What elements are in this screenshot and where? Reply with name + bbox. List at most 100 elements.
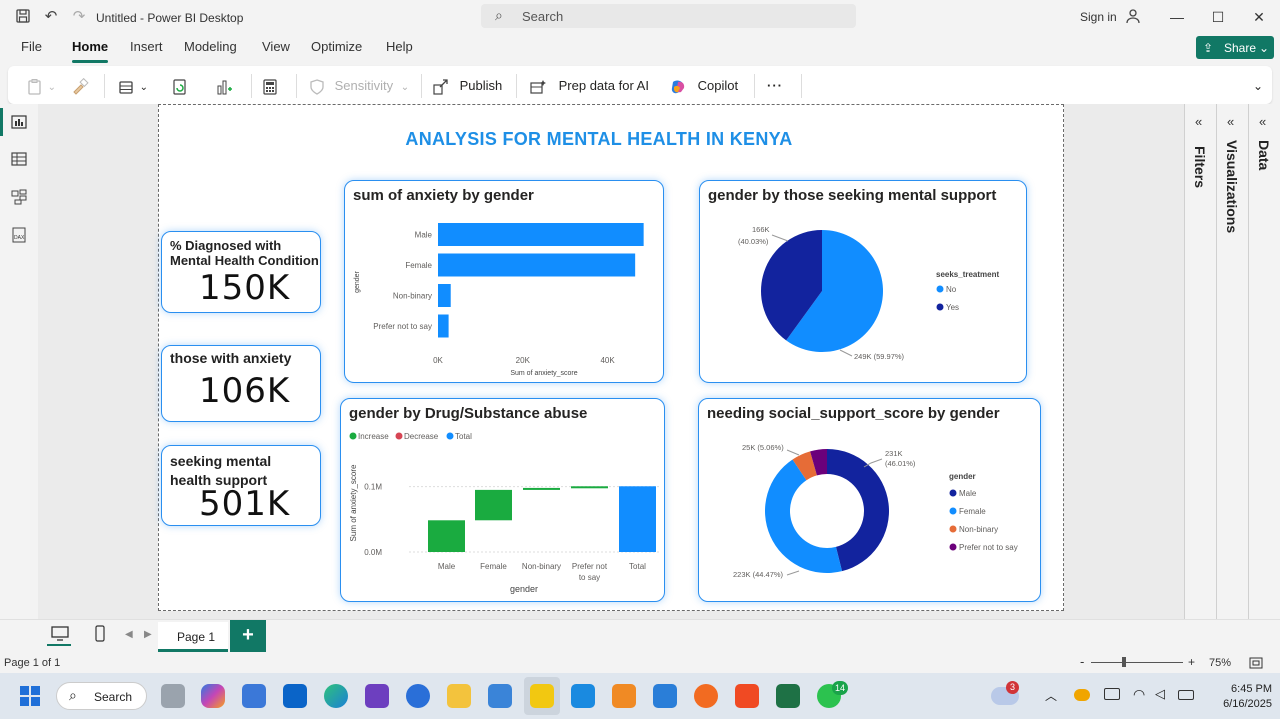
publish-button[interactable]: Publish (432, 76, 502, 96)
expand-visualizations-icon[interactable]: « (1227, 114, 1234, 129)
kpi-card-seeking-support[interactable]: seeking mental health support 501K (161, 445, 321, 526)
windows-start-icon[interactable] (19, 685, 41, 707)
microsoft-store-icon[interactable] (242, 684, 266, 708)
shield-icon (310, 78, 324, 95)
signin-link[interactable]: Sign in (1080, 10, 1117, 24)
get-data-button[interactable]: ⌄ (118, 76, 148, 96)
snipping-tool-icon[interactable] (488, 684, 512, 708)
kpi-value: 150K (199, 268, 291, 308)
share-button[interactable]: ⇪ Share ⌄ (1196, 36, 1274, 59)
social-support-visual[interactable]: needing social_support_score by gender 2… (698, 398, 1041, 602)
sensitivity-button[interactable]: Sensitivity ⌄ (308, 76, 409, 96)
edge-icon[interactable] (324, 684, 348, 708)
legend-label: Decrease (404, 432, 439, 441)
new-visual-button[interactable] (215, 76, 233, 96)
outlook-icon[interactable] (283, 684, 307, 708)
task-view-icon[interactable] (161, 684, 185, 708)
data-pane[interactable]: « Data (1248, 104, 1280, 619)
calculator-button[interactable] (261, 76, 279, 96)
filters-pane[interactable]: « Filters (1184, 104, 1216, 619)
add-page-button[interactable]: + (230, 620, 266, 652)
svg-text:DAX: DAX (14, 235, 25, 241)
save-icon[interactable] (14, 8, 32, 26)
menu-home[interactable]: Home (72, 39, 108, 54)
data-label: 249K (59.97%) (854, 352, 905, 361)
bar (438, 253, 636, 277)
menu-modeling[interactable]: Modeling (184, 39, 237, 54)
dax-query-view-icon[interactable]: DAX (11, 227, 27, 243)
user-icon[interactable] (1124, 8, 1142, 26)
format-painter-button[interactable] (71, 76, 89, 96)
mobile-layout-icon[interactable] (95, 625, 105, 642)
power-bi-icon[interactable] (530, 684, 554, 708)
more-options-button[interactable]: ··· (767, 76, 783, 96)
menu-view[interactable]: View (262, 39, 290, 54)
paste-button[interactable]: ⌄ (26, 76, 56, 96)
pen-app-icon[interactable] (694, 684, 718, 708)
notepad-icon[interactable] (653, 684, 677, 708)
chevron-up-icon[interactable]: ︿ (1045, 687, 1057, 704)
publish-icon (433, 78, 448, 95)
file-explorer-icon[interactable] (447, 684, 471, 708)
page-tab[interactable]: Page 1 (158, 622, 228, 652)
collapse-ribbon-icon[interactable]: ⌄ (1253, 76, 1263, 96)
visualizations-pane[interactable]: « Visualizations (1216, 104, 1248, 619)
visual-studio-icon[interactable] (365, 684, 389, 708)
undo-icon[interactable]: ↶ (42, 8, 60, 26)
expand-filters-icon[interactable]: « (1195, 114, 1202, 129)
legend-marker (446, 432, 454, 440)
minimize-button[interactable]: — (1167, 7, 1187, 27)
excel-icon[interactable] (776, 684, 800, 708)
refresh-button[interactable] (171, 76, 189, 96)
copilot-app-icon[interactable] (201, 684, 225, 708)
expand-data-icon[interactable]: « (1259, 114, 1266, 129)
app-store-icon[interactable] (406, 684, 430, 708)
anxiety-by-gender-visual[interactable]: sum of anxiety by gender Male Female Non-b… (344, 180, 664, 383)
search-input[interactable]: ⌕ Search (481, 4, 856, 28)
scroll-left-icon[interactable]: ◀ (125, 629, 133, 640)
keyboard-icon[interactable] (1104, 688, 1120, 700)
postman-icon[interactable] (612, 684, 636, 708)
search-icon: ⌕ (495, 7, 503, 23)
redo-icon[interactable]: ↷ (70, 8, 88, 26)
kpi-title: those with anxiety (170, 350, 292, 366)
table-view-icon[interactable] (11, 151, 27, 167)
battery-icon[interactable] (1178, 690, 1194, 700)
seeking-support-visual[interactable]: gender by those seeking mental support 2… (699, 180, 1027, 383)
windows-taskbar: ⌕ Search 14 3 ︿ ◠ ◁ 6:45 PM 6/16/2025 (0, 673, 1280, 719)
legend-marker (949, 507, 957, 515)
onedrive-icon[interactable] (1074, 689, 1090, 701)
fit-to-page-icon[interactable] (1249, 657, 1263, 669)
drug-abuse-visual[interactable]: gender by Drug/Substance abuse Increase D… (340, 398, 665, 602)
volume-icon[interactable]: ◁ (1155, 686, 1165, 702)
zoom-in-button[interactable]: + (1188, 655, 1195, 669)
zoom-slider[interactable] (1091, 662, 1183, 663)
menu-insert[interactable]: Insert (130, 39, 163, 54)
bar-chart-add-icon (217, 80, 232, 95)
system-clock[interactable]: 6:45 PM 6/16/2025 (1206, 682, 1272, 712)
prep-data-icon (530, 79, 546, 94)
maximize-button[interactable]: ☐ (1208, 7, 1228, 27)
scroll-right-icon[interactable]: ▶ (144, 629, 152, 640)
zoom-slider-thumb[interactable] (1122, 657, 1126, 667)
menu-file[interactable]: File (21, 39, 42, 54)
kpi-card-diagnosed[interactable]: % Diagnosed with Mental Health Condition… (161, 231, 321, 313)
copilot-button[interactable]: Copilot (669, 76, 738, 96)
taskbar-search[interactable]: ⌕ Search (56, 682, 147, 710)
prep-data-label: Prep data for AI (558, 78, 649, 93)
bar (438, 314, 449, 338)
menu-help[interactable]: Help (386, 39, 413, 54)
zoom-out-button[interactable]: - (1080, 654, 1084, 669)
model-view-icon[interactable] (11, 189, 27, 205)
report-view-icon[interactable] (11, 114, 27, 130)
menu-optimize[interactable]: Optimize (311, 39, 362, 54)
vs-code-icon[interactable] (571, 684, 595, 708)
close-button[interactable]: ✕ (1249, 7, 1269, 27)
donut-slice (765, 459, 843, 573)
prep-data-button[interactable]: Prep data for AI (529, 76, 649, 96)
share-label: Share (1224, 41, 1257, 55)
wifi-icon[interactable]: ◠ (1133, 686, 1145, 703)
kpi-card-anxiety[interactable]: those with anxiety 106K (161, 345, 321, 422)
desktop-layout-icon[interactable] (51, 626, 69, 642)
brave-icon[interactable] (735, 684, 759, 708)
